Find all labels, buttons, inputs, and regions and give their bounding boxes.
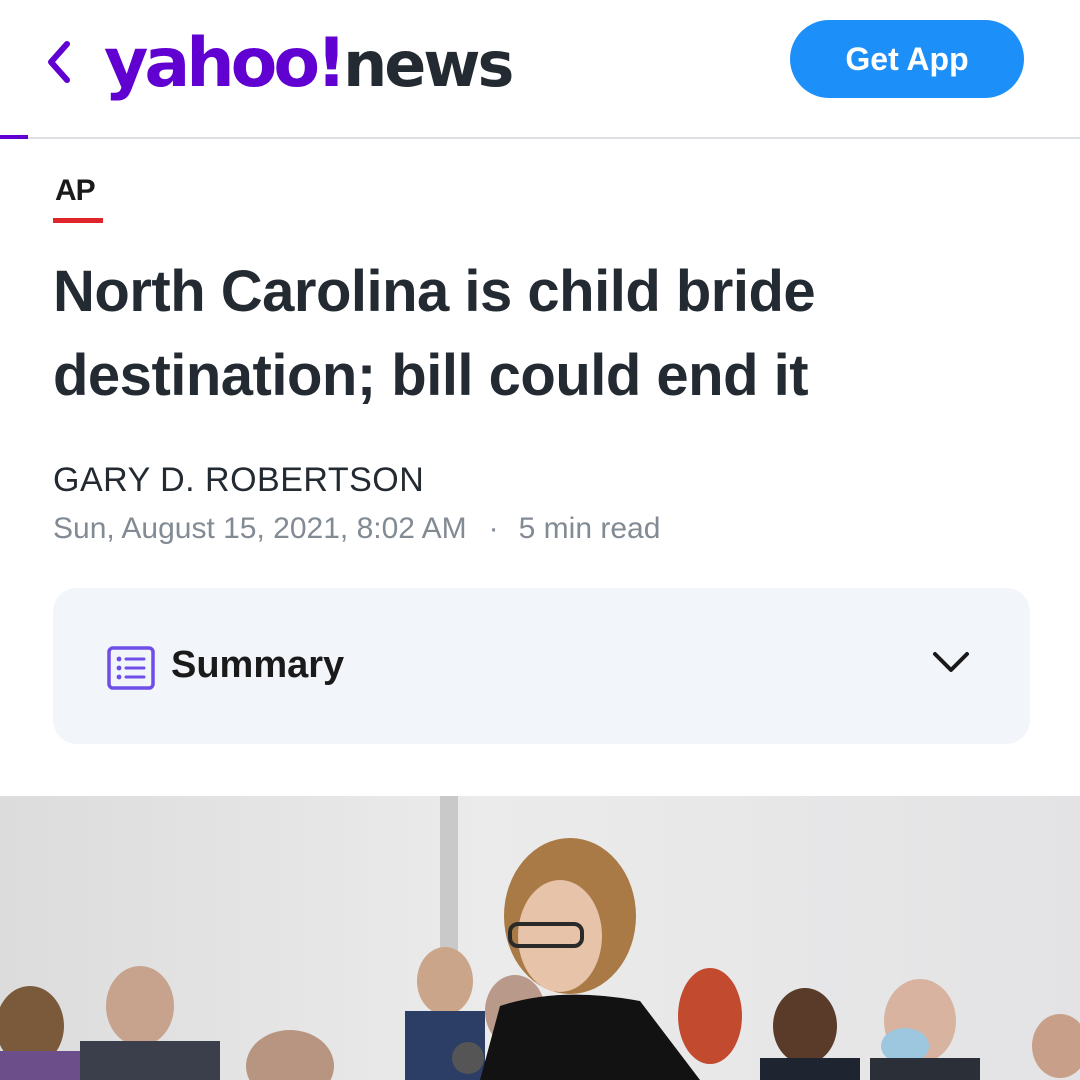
logo-yahoo-text: yahoo! — [104, 24, 347, 103]
header-divider — [0, 137, 1080, 139]
chevron-down-icon[interactable] — [929, 646, 973, 682]
yahoo-news-logo[interactable]: yahoo! news — [104, 24, 514, 104]
article-photo[interactable] — [0, 796, 1080, 1080]
list-icon — [107, 646, 155, 690]
article-headline: North Carolina is child bride destinatio… — [53, 259, 816, 408]
reading-progress-bar — [0, 135, 28, 139]
dateline-separator: · — [488, 512, 499, 545]
read-time: 5 min read — [518, 512, 661, 545]
provider-logo[interactable]: AP — [55, 174, 96, 208]
provider-underline — [53, 218, 103, 223]
chevron-left-icon — [48, 41, 70, 83]
article-dateline: Sun, August 15, 2021, 8:02 AM · 5 min re… — [53, 512, 660, 546]
article-photo-illustration — [0, 796, 1080, 1080]
logo-news-text: news — [343, 28, 514, 101]
top-bar: yahoo! news Get App — [0, 0, 1080, 138]
summary-card[interactable]: Summary — [53, 588, 1030, 744]
publish-date: Sun, August 15, 2021, 8:02 AM — [53, 512, 467, 545]
article-author[interactable]: GARY D. ROBERTSON — [53, 461, 424, 500]
back-button[interactable] — [36, 36, 80, 88]
summary-label: Summary — [171, 644, 345, 686]
get-app-button[interactable]: Get App — [790, 20, 1024, 98]
